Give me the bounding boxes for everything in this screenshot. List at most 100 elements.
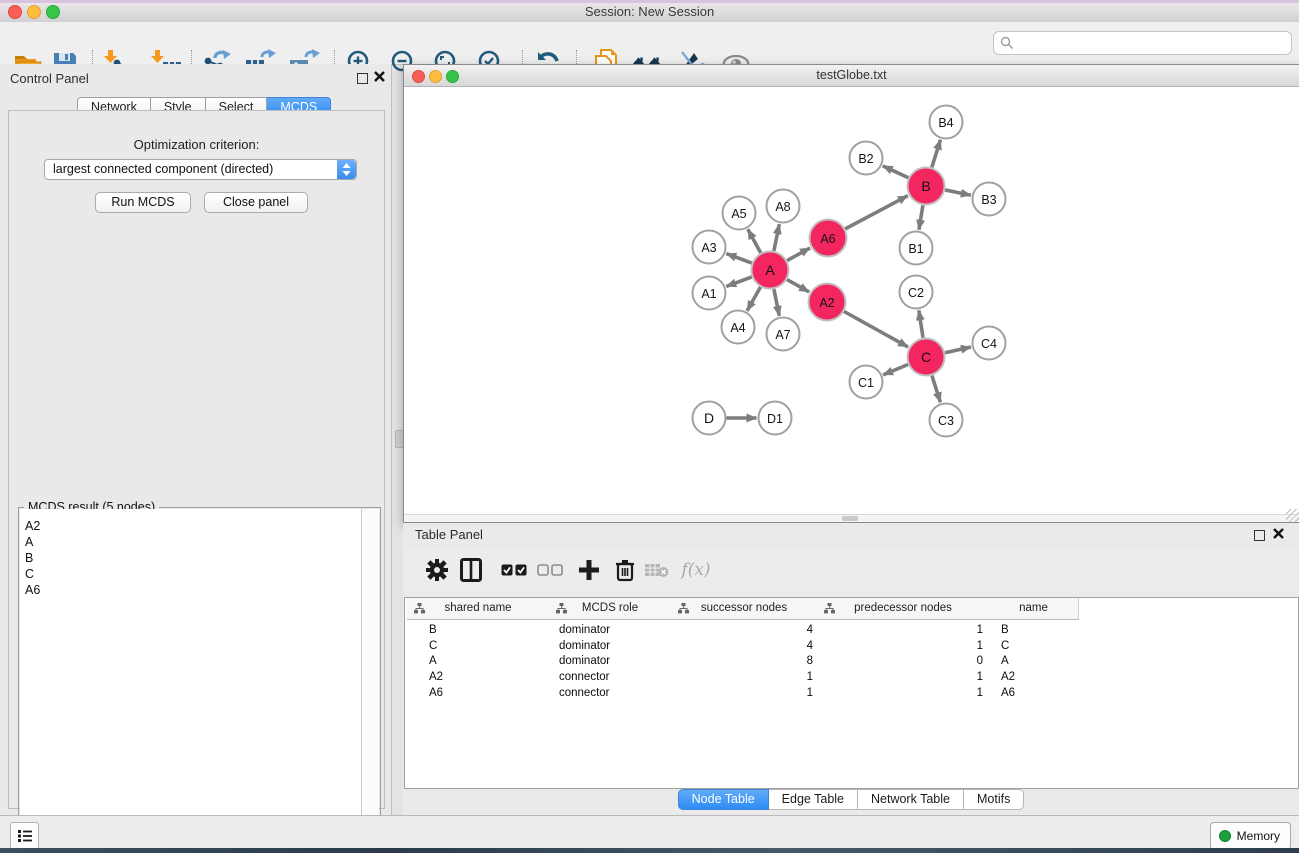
- graph-edge-C-C3[interactable]: [932, 376, 941, 403]
- graph-edge-C-C4[interactable]: [945, 347, 971, 353]
- result-item[interactable]: A: [25, 534, 362, 550]
- table-cell[interactable]: 8: [671, 655, 817, 667]
- graph-node-label: A2: [819, 296, 834, 310]
- float-panel-icon[interactable]: [357, 73, 368, 84]
- graph-edge-A-A5[interactable]: [748, 229, 761, 253]
- search-input[interactable]: [1018, 33, 1287, 53]
- graph-edge-A-A2[interactable]: [787, 280, 809, 292]
- table-cell[interactable]: 4: [671, 624, 817, 636]
- table-cell[interactable]: 1: [671, 671, 817, 683]
- graph-edge-C-C1[interactable]: [883, 365, 908, 375]
- result-item[interactable]: B: [25, 550, 362, 566]
- node-table[interactable]: shared nameMCDS rolesuccessor nodesprede…: [404, 597, 1299, 789]
- table-cell[interactable]: B: [989, 624, 1078, 636]
- float-table-panel-icon[interactable]: [1254, 530, 1265, 541]
- criterion-dropdown[interactable]: largest connected component (directed): [44, 159, 357, 180]
- table-cell[interactable]: C: [407, 640, 549, 652]
- deselect-all-icon[interactable]: [535, 555, 565, 585]
- window-resize-handle[interactable]: [1286, 509, 1299, 522]
- desktop-background-strip: [0, 848, 1299, 853]
- column-header-shared-name[interactable]: shared name: [407, 598, 550, 620]
- graph-edge-A-A7[interactable]: [774, 289, 779, 316]
- column-layout-icon[interactable]: [456, 555, 486, 585]
- task-history-button[interactable]: [10, 822, 39, 850]
- column-header-predecessor-nodes[interactable]: predecessor nodes: [817, 598, 990, 620]
- graph-node-label: A: [765, 262, 775, 278]
- scrollbar-thumb[interactable]: [842, 516, 858, 521]
- tab-node-table[interactable]: Node Table: [678, 789, 769, 810]
- run-mcds-button[interactable]: Run MCDS: [95, 192, 191, 213]
- gear-icon[interactable]: [422, 555, 452, 585]
- mcds-result-list[interactable]: A2ABCA6: [20, 509, 362, 845]
- table-cell[interactable]: 4: [671, 640, 817, 652]
- column-header-successor-nodes[interactable]: successor nodes: [671, 598, 818, 620]
- canvas-horizontal-scrollbar[interactable]: [404, 514, 1299, 522]
- result-item[interactable]: A2: [25, 518, 362, 534]
- column-header-MCDS-role[interactable]: MCDS role: [549, 598, 672, 620]
- table-row[interactable]: Cdominator41C: [405, 640, 1298, 656]
- table-cell[interactable]: A: [407, 655, 549, 667]
- tab-edge-table[interactable]: Edge Table: [769, 789, 858, 810]
- graph-node-label: A3: [701, 241, 716, 255]
- network-graph[interactable]: B4B2BB3A8A5A6A3B1AA1C2A2A4A7C4CC1DD1C3: [404, 87, 1297, 514]
- table-cell[interactable]: 1: [817, 687, 989, 699]
- search-field[interactable]: [993, 31, 1292, 55]
- titlebar-accent-strip: [0, 0, 1299, 3]
- close-panel-button[interactable]: Close panel: [204, 192, 308, 213]
- graph-node-label: A6: [820, 232, 835, 246]
- graph-edge-A-A3[interactable]: [726, 254, 751, 264]
- table-cell[interactable]: A: [989, 655, 1078, 667]
- graph-edge-A-A8[interactable]: [774, 224, 779, 251]
- tab-network-table[interactable]: Network Table: [858, 789, 964, 810]
- function-builder-icon: f(x): [676, 555, 716, 585]
- graph-edge-B-B4[interactable]: [932, 140, 941, 168]
- graph-edge-A-A1[interactable]: [726, 277, 751, 287]
- graph-edge-A2-C[interactable]: [844, 311, 908, 347]
- delete-column-icon[interactable]: [610, 555, 640, 585]
- close-table-panel-icon[interactable]: [1273, 528, 1284, 539]
- table-row[interactable]: A2connector11A2: [405, 671, 1298, 687]
- graph-edge-C-C2[interactable]: [919, 310, 923, 337]
- memory-button[interactable]: Memory: [1210, 822, 1291, 850]
- table-cell[interactable]: C: [989, 640, 1078, 652]
- table-cell[interactable]: connector: [549, 687, 671, 699]
- result-scrollbar[interactable]: [361, 509, 379, 845]
- add-column-icon[interactable]: [574, 555, 604, 585]
- result-item[interactable]: A6: [25, 582, 362, 598]
- table-cell[interactable]: 1: [817, 624, 989, 636]
- table-row[interactable]: Bdominator41B: [405, 624, 1298, 640]
- graph-edge-B-B3[interactable]: [945, 190, 971, 195]
- graph-edge-B-B2[interactable]: [883, 166, 909, 178]
- table-row[interactable]: A6connector11A6: [405, 687, 1298, 703]
- table-panel-title: Table Panel: [415, 527, 483, 542]
- table-cell[interactable]: 1: [817, 640, 989, 652]
- table-cell[interactable]: A6: [407, 687, 549, 699]
- result-item[interactable]: C: [25, 566, 362, 582]
- graph-edge-A6-B[interactable]: [845, 196, 908, 229]
- table-body: Bdominator41BCdominator41CAdominator80AA…: [405, 624, 1298, 702]
- network-window-titlebar[interactable]: testGlobe.txt: [404, 65, 1299, 87]
- table-cell[interactable]: 1: [817, 671, 989, 683]
- table-cell[interactable]: A2: [989, 671, 1078, 683]
- graph-edge-B-B1[interactable]: [919, 205, 923, 229]
- graph-edge-A-A6[interactable]: [787, 248, 810, 261]
- table-cell[interactable]: B: [407, 624, 549, 636]
- network-canvas[interactable]: B4B2BB3A8A5A6A3B1AA1C2A2A4A7C4CC1DD1C3: [404, 87, 1299, 522]
- table-cell[interactable]: connector: [549, 671, 671, 683]
- search-icon: [1000, 36, 1014, 50]
- table-cell[interactable]: dominator: [549, 640, 671, 652]
- table-cell[interactable]: A6: [989, 687, 1078, 699]
- table-cell[interactable]: dominator: [549, 624, 671, 636]
- table-cell[interactable]: dominator: [549, 655, 671, 667]
- graph-node-label: A7: [775, 328, 790, 342]
- graph-edge-A-A4[interactable]: [747, 287, 760, 311]
- select-all-icon[interactable]: [499, 555, 529, 585]
- tab-motifs[interactable]: Motifs: [964, 789, 1024, 810]
- table-cell[interactable]: 0: [817, 655, 989, 667]
- table-cell[interactable]: A2: [407, 671, 549, 683]
- column-header-name[interactable]: name: [989, 598, 1079, 620]
- table-cell[interactable]: 1: [671, 687, 817, 699]
- table-row[interactable]: Adominator80A: [405, 655, 1298, 671]
- close-panel-icon[interactable]: [374, 71, 385, 82]
- titlebar: Session: New Session: [0, 0, 1299, 23]
